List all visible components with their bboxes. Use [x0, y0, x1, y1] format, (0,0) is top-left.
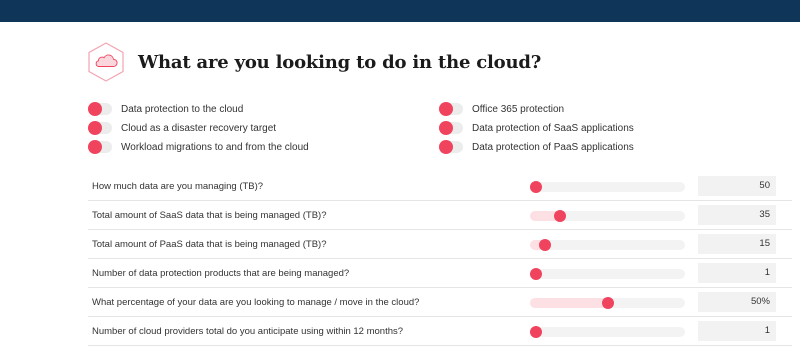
toggle-switch[interactable]	[439, 121, 463, 135]
slider-fill	[530, 298, 608, 308]
slider-question-label: How much data are you managing (TB)?	[92, 181, 264, 192]
toggle-label: Workload migrations to and from the clou…	[121, 141, 309, 153]
page-title: What are you looking to do in the cloud?	[138, 51, 542, 73]
slider-track[interactable]	[530, 268, 685, 280]
toggle-switch[interactable]	[439, 140, 463, 154]
toggle-switch[interactable]	[88, 102, 112, 116]
value-input[interactable]: 50	[698, 176, 776, 196]
toggle-data-protection-cloud[interactable]: Data protection to the cloud	[88, 100, 243, 118]
slider-thumb[interactable]	[538, 239, 551, 251]
slider-track[interactable]	[530, 326, 685, 338]
cloud-hexagon-icon	[88, 42, 124, 82]
toggle-office-365[interactable]: Office 365 protection	[439, 100, 564, 118]
toggle-label: Data protection of SaaS applications	[472, 122, 634, 134]
slider-track[interactable]	[530, 297, 685, 309]
toggle-knob	[88, 121, 102, 135]
slider-track[interactable]	[530, 181, 685, 193]
toggle-paas-protection[interactable]: Data protection of PaaS applications	[439, 138, 634, 156]
slider-row-cloud-providers: Number of cloud providers total do you a…	[88, 317, 792, 346]
section-header: What are you looking to do in the cloud?	[88, 42, 541, 82]
value-input[interactable]: 1	[698, 263, 776, 283]
slider-track[interactable]	[530, 239, 685, 251]
value-input[interactable]: 35	[698, 205, 776, 225]
slider-question-label: Number of data protection products that …	[92, 268, 350, 279]
toggle-knob	[88, 140, 102, 154]
slider-question-label: Number of cloud providers total do you a…	[92, 326, 404, 337]
toggle-label: Data protection of PaaS applications	[472, 141, 634, 153]
value-input[interactable]: 1	[698, 321, 776, 341]
toggle-switch[interactable]	[439, 102, 463, 116]
slider-question-label: What percentage of your data are you loo…	[92, 297, 420, 308]
slider-question-list: How much data are you managing (TB)? 50 …	[88, 172, 792, 346]
slider-question-label: Total amount of SaaS data that is being …	[92, 210, 327, 221]
toggle-knob	[439, 121, 453, 135]
slider-row-data-managed: How much data are you managing (TB)? 50	[88, 172, 792, 201]
toggle-knob	[439, 102, 453, 116]
toggle-label: Data protection to the cloud	[121, 103, 244, 115]
slider-row-protection-products: Number of data protection products that …	[88, 259, 792, 288]
toggle-switch[interactable]	[88, 121, 112, 135]
slider-thumb[interactable]	[601, 297, 614, 309]
toggle-knob	[88, 102, 102, 116]
slider-thumb[interactable]	[530, 268, 542, 280]
slider-row-paas-data: Total amount of PaaS data that is being …	[88, 230, 792, 259]
slider-thumb[interactable]	[554, 210, 567, 222]
top-navigation-bar	[0, 0, 800, 22]
slider-track[interactable]	[530, 210, 685, 222]
toggle-workload-migrations[interactable]: Workload migrations to and from the clou…	[88, 138, 309, 156]
toggle-knob	[439, 140, 453, 154]
slider-row-cloud-percentage: What percentage of your data are you loo…	[88, 288, 792, 317]
slider-row-saas-data: Total amount of SaaS data that is being …	[88, 201, 792, 230]
toggle-label: Office 365 protection	[472, 103, 565, 115]
slider-question-label: Total amount of PaaS data that is being …	[92, 239, 327, 250]
slider-thumb[interactable]	[530, 181, 542, 193]
toggle-saas-protection[interactable]: Data protection of SaaS applications	[439, 119, 634, 137]
slider-thumb[interactable]	[530, 326, 542, 338]
toggle-disaster-recovery[interactable]: Cloud as a disaster recovery target	[88, 119, 276, 137]
toggle-switch[interactable]	[88, 140, 112, 154]
value-input[interactable]: 15	[698, 234, 776, 254]
value-input[interactable]: 50%	[698, 292, 776, 312]
toggle-label: Cloud as a disaster recovery target	[121, 122, 277, 134]
